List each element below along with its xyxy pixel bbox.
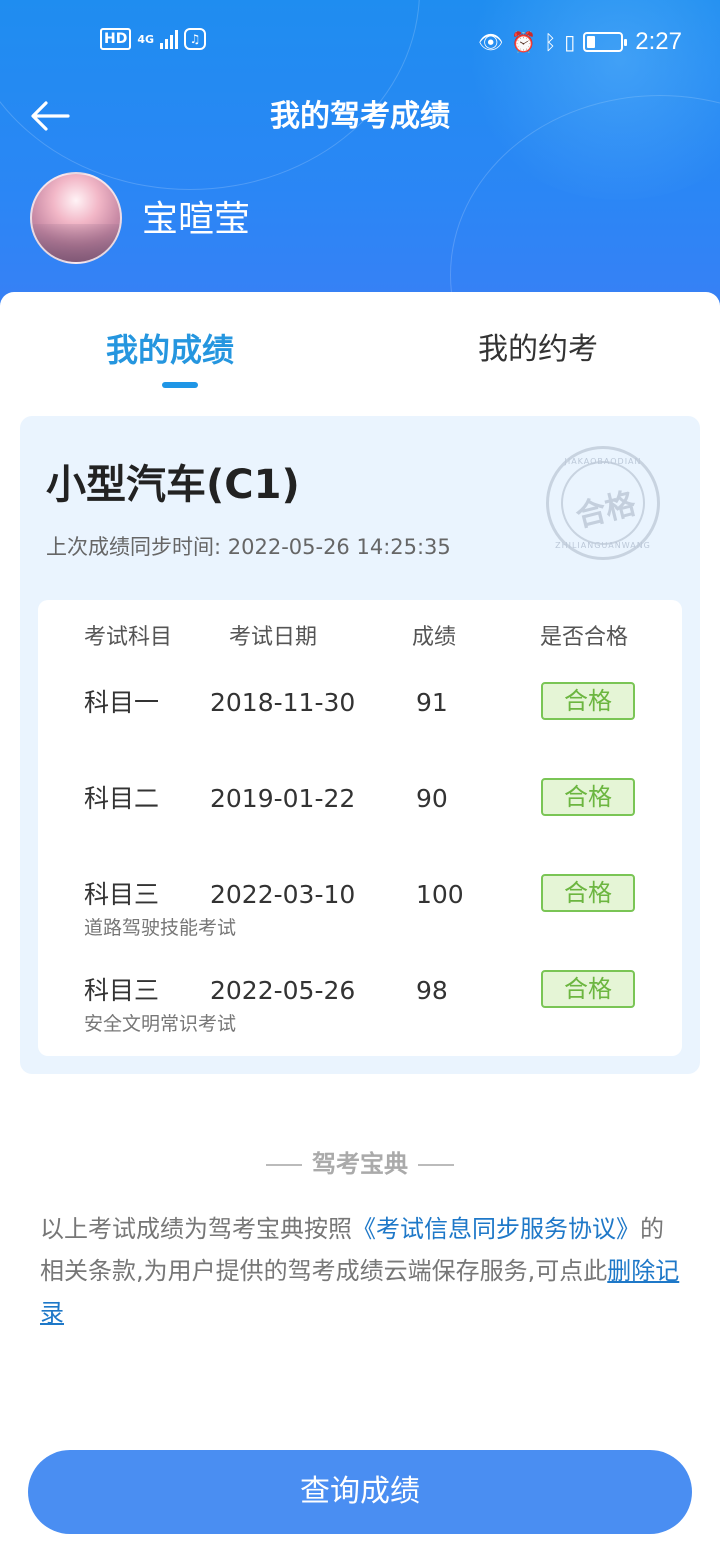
pass-badge: 合格 — [541, 970, 635, 1008]
row-date: 2018-11-30 — [210, 688, 356, 717]
sync-time: 上次成绩同步时间: 2022-05-26 14:25:35 — [46, 535, 451, 559]
music-app-icon: ♫ — [184, 28, 207, 50]
tab-my-scores[interactable]: 我的成绩 — [106, 322, 234, 378]
row-subject: 科目三 — [84, 880, 160, 909]
tab-my-appointments[interactable]: 我的约考 — [478, 322, 598, 378]
agreement-link[interactable]: 《考试信息同步服务协议》 — [352, 1215, 640, 1243]
row-note: 道路驾驶技能考试 — [84, 917, 237, 939]
hd-icon: HD — [100, 28, 132, 50]
tab-active-indicator — [162, 382, 198, 388]
query-scores-button[interactable]: 查询成绩 — [28, 1450, 692, 1534]
pass-badge: 合格 — [541, 778, 635, 816]
column-header-subject: 考试科目 — [84, 625, 173, 650]
pass-badge: 合格 — [541, 874, 635, 912]
signal-icon — [160, 29, 179, 49]
row-date: 2022-05-26 — [210, 976, 356, 1005]
row-subject: 科目三 — [84, 976, 160, 1005]
pass-stamp-icon: JIAKAOBAODIAN 合格 ZHILIANGUANWANG — [546, 446, 660, 560]
brand-name: 驾考宝典 — [312, 1150, 408, 1178]
row-subject: 科目二 — [84, 784, 160, 813]
row-date: 2022-03-10 — [210, 880, 356, 909]
stamp-bottom-text: ZHILIANGUANWANG — [555, 541, 651, 550]
column-header-score: 成绩 — [412, 625, 457, 650]
vehicle-type: 小型汽车(C1) — [46, 462, 300, 508]
row-score: 100 — [416, 880, 464, 909]
vibrate-icon: ▯ — [564, 30, 576, 54]
row-score: 90 — [416, 784, 448, 813]
status-bar: HD 4G ♫ 👁 ⏰ ᛒ ▯ 2:27 — [0, 0, 720, 84]
pass-badge: 合格 — [541, 682, 635, 720]
row-subject: 科目一 — [84, 688, 160, 717]
disclaimer-text: 以上考试成绩为驾考宝典按照《考试信息同步服务协议》的相关条款,为用户提供的驾考成… — [40, 1208, 680, 1334]
disclaimer-prefix: 以上考试成绩为驾考宝典按照 — [40, 1215, 352, 1243]
brand-divider: 驾考宝典 — [0, 1146, 720, 1182]
eye-icon: 👁 — [477, 30, 504, 54]
clock: 2:27 — [635, 28, 682, 55]
avatar[interactable] — [30, 172, 122, 264]
row-score: 91 — [416, 688, 448, 717]
network-type: 4G — [137, 32, 155, 46]
page-title: 我的驾考成绩 — [270, 99, 450, 134]
row-note: 安全文明常识考试 — [84, 1013, 237, 1035]
column-header-date: 考试日期 — [229, 625, 318, 650]
alarm-icon: ⏰ — [511, 30, 537, 54]
stamp-top-text: JIAKAOBAODIAN — [564, 457, 642, 466]
username: 宝暄莹 — [142, 199, 251, 240]
row-score: 98 — [416, 976, 448, 1005]
battery-icon — [583, 32, 628, 52]
row-date: 2019-01-22 — [210, 784, 356, 813]
column-header-passed: 是否合格 — [540, 625, 629, 650]
bluetooth-icon: ᛒ — [544, 30, 557, 54]
